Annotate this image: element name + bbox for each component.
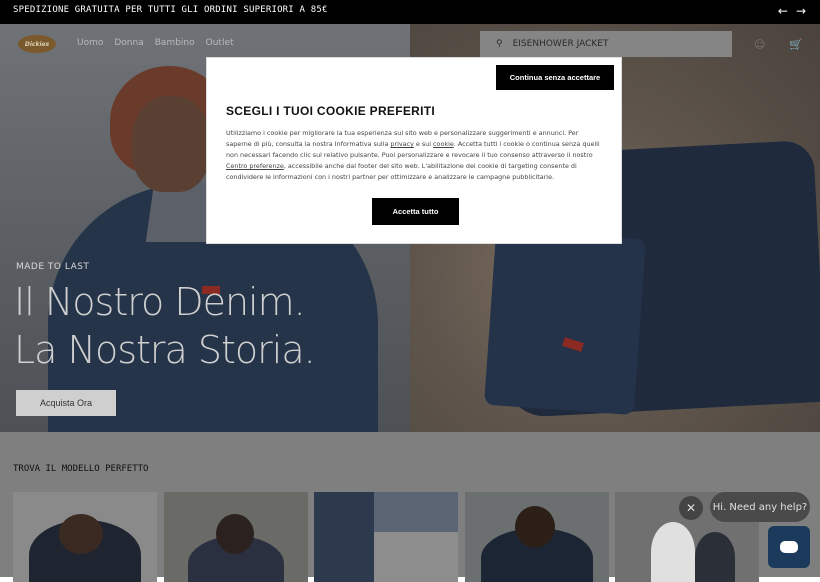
tile-figure-head bbox=[515, 506, 555, 548]
nav-item-bambino[interactable]: Bambino bbox=[155, 38, 195, 48]
tile-figure-head bbox=[216, 514, 254, 554]
body-text-2: e sui bbox=[413, 140, 434, 148]
cart-icon[interactable]: 🛒 bbox=[789, 38, 803, 51]
nav-item-donna[interactable]: Donna bbox=[114, 38, 143, 48]
search-input[interactable]: ⚲ EISENHOWER JACKET bbox=[480, 31, 732, 57]
hero-figure-face bbox=[132, 96, 210, 192]
search-icon: ⚲ bbox=[496, 39, 503, 49]
search-value: EISENHOWER JACKET bbox=[512, 39, 609, 49]
close-icon[interactable]: ✕ bbox=[679, 496, 703, 520]
product-tile[interactable] bbox=[314, 492, 458, 582]
tile-figure-waist bbox=[374, 532, 458, 582]
hero-kicker: MADE TO LAST bbox=[16, 262, 90, 272]
cookie-link[interactable]: cookie bbox=[433, 140, 454, 148]
continue-without-accepting-button[interactable]: Continua senza accettare bbox=[496, 65, 614, 90]
hero-title-line-1: Il Nostro Denim. bbox=[14, 280, 306, 324]
main-nav: Uomo Donna Bambino Outlet bbox=[77, 38, 234, 48]
nav-item-uomo[interactable]: Uomo bbox=[77, 38, 103, 48]
hero-denim-jacket-sleeve bbox=[484, 228, 646, 416]
logo-text: Dickies bbox=[24, 40, 50, 48]
product-tile[interactable] bbox=[164, 492, 308, 582]
cookie-modal-title: SCEGLI I TUOI COOKIE PREFERITI bbox=[226, 104, 436, 118]
product-tile[interactable] bbox=[13, 492, 157, 582]
chat-launcher-button[interactable] bbox=[768, 526, 810, 568]
preferences-link[interactable]: Centro preferenze bbox=[226, 162, 284, 170]
product-tile[interactable] bbox=[465, 492, 609, 582]
announcement-arrows: ← → bbox=[778, 4, 806, 18]
chat-bubble[interactable]: Hi. Need any help? bbox=[710, 492, 810, 522]
chat-icon bbox=[780, 541, 798, 553]
user-icon[interactable]: ☺ bbox=[754, 38, 765, 51]
announcement-bar: SPEDIZIONE GRATUITA PER TUTTI GLI ORDINI… bbox=[0, 0, 820, 24]
tile-figure-2 bbox=[695, 532, 735, 582]
hero-title: Il Nostro Denim. La Nostra Storia. bbox=[14, 278, 316, 374]
hero-title-line-2: La Nostra Storia. bbox=[14, 328, 316, 372]
cookie-modal: Continua senza accettare SCEGLI I TUOI C… bbox=[206, 57, 622, 244]
nav-item-outlet[interactable]: Outlet bbox=[206, 38, 234, 48]
cookie-modal-body: Utilizziamo i cookie per migliorare la t… bbox=[226, 128, 606, 183]
arrow-left-icon[interactable]: ← bbox=[778, 4, 788, 18]
section-title: TROVA IL MODELLO PERFETTO bbox=[13, 464, 149, 474]
tile-figure bbox=[314, 492, 374, 582]
dickies-logo[interactable]: Dickies bbox=[18, 35, 56, 53]
accept-all-button[interactable]: Accetta tutto bbox=[372, 198, 459, 225]
tile-figure bbox=[651, 522, 695, 582]
privacy-link[interactable]: privacy bbox=[390, 140, 413, 148]
arrow-right-icon[interactable]: → bbox=[796, 4, 806, 18]
announcement-text: SPEDIZIONE GRATUITA PER TUTTI GLI ORDINI… bbox=[13, 5, 328, 15]
hero-cta-button[interactable]: Acquista Ora bbox=[16, 390, 116, 416]
tile-figure-head bbox=[59, 514, 103, 554]
